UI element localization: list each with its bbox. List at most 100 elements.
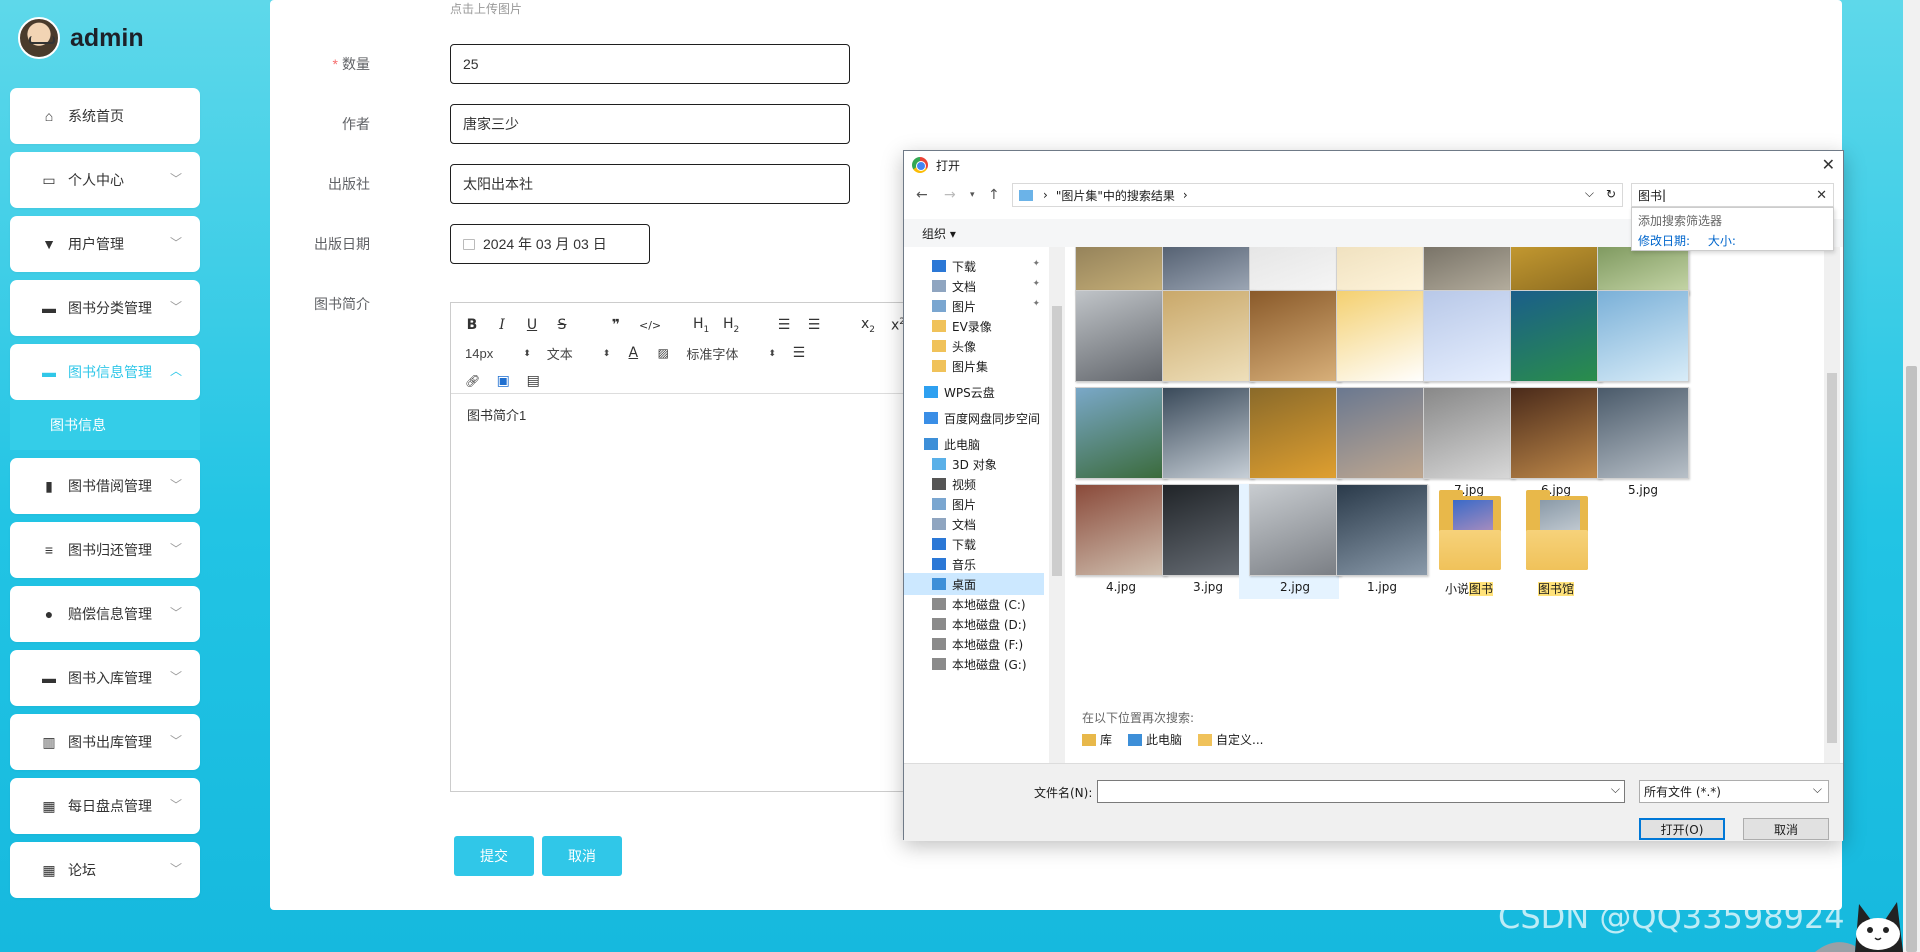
file-thumbnail[interactable]: 3.jpg bbox=[1152, 484, 1254, 599]
sidebar-menu-item[interactable]: ▮ 图书借阅管理 ﹀ bbox=[10, 458, 200, 514]
disk-icon bbox=[932, 618, 946, 630]
refresh-icon[interactable]: ↻ bbox=[1606, 187, 1616, 201]
sidebar-menu-item[interactable]: ▬ 图书入库管理 ﹀ bbox=[10, 650, 200, 706]
forward-arrow-icon[interactable]: → bbox=[944, 187, 956, 203]
nav-item[interactable]: 图片集 bbox=[904, 355, 1044, 377]
subscript-button[interactable]: x2 bbox=[861, 316, 875, 335]
heading1-button[interactable]: H1 bbox=[693, 316, 709, 335]
nav-item[interactable]: 百度网盘同步空间 bbox=[904, 407, 1044, 429]
nav-item-label: 桌面 bbox=[952, 577, 977, 592]
bullet-list-button[interactable]: ☰ bbox=[807, 317, 821, 333]
nav-item[interactable]: 此电脑 bbox=[904, 433, 1044, 455]
rich-text-editor[interactable]: B I U S ❞ </> H1 H2 ☰ ☰ x2 x2 ⇤ 14px⬍ 文本… bbox=[450, 302, 942, 792]
nav-item[interactable]: 图片 ✦ bbox=[904, 295, 1044, 317]
background-color-button[interactable]: ▨ bbox=[656, 346, 670, 360]
sidebar-menu-item[interactable]: ▦ 论坛 ﹀ bbox=[10, 842, 200, 898]
nav-item[interactable]: 桌面 bbox=[904, 573, 1044, 595]
underline-button[interactable]: U bbox=[525, 317, 539, 333]
organize-button[interactable]: 组织 ▾ bbox=[922, 225, 956, 242]
heading2-button[interactable]: H2 bbox=[723, 316, 739, 335]
sidebar-menu-item[interactable]: ● 赔偿信息管理 ﹀ bbox=[10, 586, 200, 642]
italic-button[interactable]: I bbox=[495, 317, 509, 333]
nav-item[interactable]: 文档 bbox=[904, 513, 1044, 535]
image-icon[interactable]: ▣ bbox=[496, 373, 510, 389]
font-family-select[interactable]: 标准字体 ⬍ bbox=[686, 344, 776, 363]
text-color-button[interactable]: A bbox=[626, 345, 640, 361]
up-arrow-icon[interactable]: ↑ bbox=[988, 187, 1000, 203]
nav-item[interactable]: 视频 bbox=[904, 473, 1044, 495]
clear-search-icon[interactable]: ✕ bbox=[1816, 188, 1827, 203]
filename-input[interactable] bbox=[1097, 780, 1625, 803]
sidebar-menu-item[interactable]: ⌂ 系统首页 bbox=[10, 88, 200, 144]
avatar[interactable] bbox=[18, 17, 60, 59]
strikethrough-button[interactable]: S bbox=[555, 317, 569, 333]
recent-locations-icon[interactable]: ▾ bbox=[970, 190, 975, 200]
dialog-cancel-button[interactable]: 取消 bbox=[1743, 818, 1829, 840]
font-size-select[interactable]: 14px ⬍ bbox=[465, 346, 531, 361]
nav-item[interactable]: 音乐 bbox=[904, 553, 1044, 575]
file-thumbnail[interactable]: 2.jpg bbox=[1239, 484, 1341, 599]
nav-item[interactable]: 本地磁盘 (C:) bbox=[904, 593, 1044, 615]
quantity-input[interactable]: 25 bbox=[450, 44, 850, 84]
editor-content[interactable]: 图书简介1 bbox=[467, 405, 526, 424]
this-pc-link[interactable]: 此电脑 bbox=[1128, 731, 1182, 748]
filetype-select[interactable]: 所有文件 (*.*) bbox=[1639, 780, 1829, 803]
path-chevron-icon[interactable]: › bbox=[1183, 188, 1188, 202]
quote-button[interactable]: ❞ bbox=[609, 317, 623, 333]
nav-item[interactable]: 本地磁盘 (D:) bbox=[904, 613, 1044, 635]
nav-item[interactable]: 下载 ✦ bbox=[904, 255, 1044, 277]
back-arrow-icon[interactable]: ← bbox=[916, 187, 928, 203]
video-icon[interactable]: ▤ bbox=[526, 373, 540, 389]
open-button[interactable]: 打开(O) bbox=[1639, 818, 1725, 840]
submit-button[interactable]: 提交 bbox=[454, 836, 534, 876]
library-link[interactable]: 库 bbox=[1082, 731, 1112, 748]
pictures-icon bbox=[932, 300, 946, 312]
date-picker[interactable]: 2024 年 03 月 03 日 bbox=[450, 224, 650, 264]
search-input[interactable]: 图书 | ✕ bbox=[1631, 183, 1834, 207]
code-button[interactable]: </> bbox=[639, 319, 661, 332]
align-button[interactable]: ☰ bbox=[792, 345, 806, 361]
sidebar-menu-label: 个人中心 bbox=[68, 172, 124, 188]
block-type-select[interactable]: 文本 ⬍ bbox=[547, 344, 611, 363]
nav-item[interactable]: 头像 bbox=[904, 335, 1044, 357]
file-thumbnail[interactable]: 4.jpg bbox=[1065, 484, 1167, 599]
sidebar-menu-item[interactable]: ▭ 个人中心 ﹀ bbox=[10, 152, 200, 208]
ordered-list-button[interactable]: ☰ bbox=[777, 317, 791, 333]
brand: admin bbox=[18, 16, 144, 60]
nav-item[interactable]: 本地磁盘 (F:) bbox=[904, 633, 1044, 655]
close-icon[interactable]: ✕ bbox=[1822, 155, 1835, 174]
address-dropdown-icon[interactable]: ⌵ bbox=[1585, 186, 1594, 201]
sidebar-menu-item[interactable]: ▼ 用户管理 ﹀ bbox=[10, 216, 200, 272]
file-list-scrollbar-thumb[interactable] bbox=[1827, 373, 1837, 743]
nav-item[interactable]: 3D 对象 bbox=[904, 453, 1044, 475]
nav-pane-scrollbar-thumb[interactable] bbox=[1052, 306, 1062, 576]
filter-size-link[interactable]: 大小: bbox=[1708, 234, 1736, 248]
nav-item[interactable]: 下载 bbox=[904, 533, 1044, 555]
sidebar-menu-item[interactable]: ▬ 图书信息管理 ︿ bbox=[10, 344, 200, 400]
file-thumbnail[interactable]: 1.jpg bbox=[1326, 484, 1428, 599]
sidebar-menu-item[interactable]: ▥ 图书出库管理 ﹀ bbox=[10, 714, 200, 770]
nav-item[interactable]: 文档 ✦ bbox=[904, 275, 1044, 297]
nav-item[interactable]: 图片 bbox=[904, 493, 1044, 515]
publisher-input[interactable]: 太阳出本社 bbox=[450, 164, 850, 204]
address-bar[interactable]: › "图片集"中的搜索结果 › ⌵ ↻ bbox=[1012, 183, 1623, 207]
dialog-bottom-bar: 文件名(N): 所有文件 (*.*) 打开(O) 取消 bbox=[904, 763, 1843, 841]
folder-item[interactable]: 图书馆 bbox=[1500, 484, 1600, 599]
filter-modified-link[interactable]: 修改日期: bbox=[1638, 234, 1690, 248]
nav-item[interactable]: EV录像 bbox=[904, 315, 1044, 337]
page-scrollbar-thumb[interactable] bbox=[1906, 366, 1917, 952]
custom-link[interactable]: 自定义... bbox=[1198, 731, 1263, 748]
dialog-titlebar[interactable]: 打开 ✕ bbox=[904, 151, 1843, 179]
sidebar-menu-item[interactable]: ▬ 图书分类管理 ﹀ bbox=[10, 280, 200, 336]
file-thumbnail[interactable]: 5.jpg bbox=[1587, 387, 1689, 502]
nav-item[interactable]: WPS云盘 bbox=[904, 381, 1044, 403]
sidebar-menu-item[interactable]: ≡ 图书归还管理 ﹀ bbox=[10, 522, 200, 578]
nav-item[interactable]: 本地磁盘 (G:) bbox=[904, 653, 1044, 675]
link-icon[interactable]: 🔗︎ bbox=[465, 374, 480, 388]
cancel-button[interactable]: 取消 bbox=[542, 836, 622, 876]
folder-item[interactable]: 小说图书 bbox=[1413, 484, 1513, 599]
submenu-item-book-info[interactable]: 图书信息 bbox=[10, 400, 200, 450]
sidebar-menu-item[interactable]: ▦ 每日盘点管理 ﹀ bbox=[10, 778, 200, 834]
author-input[interactable]: 唐家三少 bbox=[450, 104, 850, 144]
bold-button[interactable]: B bbox=[465, 317, 479, 333]
